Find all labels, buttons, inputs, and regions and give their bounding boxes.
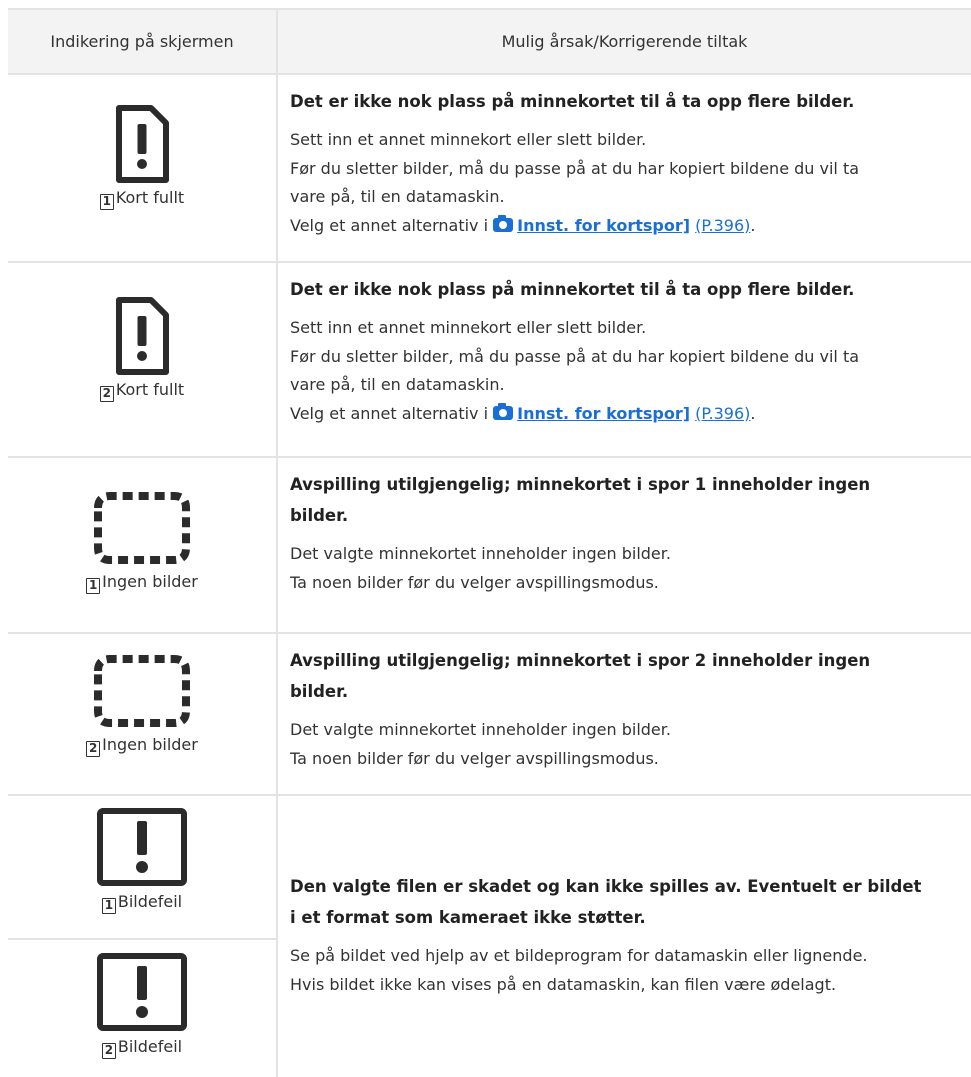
camera-icon [493, 402, 514, 420]
card-slot-settings-link[interactable]: Innst. for kortspor] [493, 402, 690, 423]
cause-title: Det er ikke nok plass på minnekortet til… [290, 280, 855, 299]
slot-number: 1 [86, 578, 101, 594]
dashed-frame-icon [94, 655, 190, 727]
indicator-label: 1 Ingen bilder [8, 572, 276, 594]
box-exclamation-icon [97, 808, 187, 886]
row-divider [8, 73, 971, 75]
header-cause-remedy: Mulig årsak/Korrigerende tiltak [501, 32, 748, 51]
row-divider [8, 794, 971, 796]
row-4-remedy: Avspilling utilgjengelig; minnekortet i … [290, 645, 968, 773]
dashed-frame-icon [94, 492, 190, 564]
card-slot-settings-link[interactable]: Innst. for kortspor] [493, 214, 690, 235]
row-4-indicator: 2 Ingen bilder [8, 651, 276, 757]
remedy-text: Det valgte minnekortet inneholder ingen … [290, 544, 671, 592]
column-divider [276, 8, 278, 1077]
row-1-remedy: Det er ikke nok plass på minnekortet til… [290, 86, 968, 240]
indicator-label: 2 Ingen bilder [8, 735, 276, 757]
row-divider [8, 261, 971, 263]
remedy-text: Det valgte minnekortet inneholder ingen … [290, 720, 671, 768]
camera-icon [493, 214, 514, 232]
slot-number: 2 [99, 386, 114, 402]
card-exclamation-icon [116, 297, 169, 375]
row-3-indicator: 1 Ingen bilder [8, 488, 276, 594]
row-5-remedy: Den valgte filen er skadet og kan ikke s… [290, 871, 968, 999]
row-3-remedy: Avspilling utilgjengelig; minnekortet i … [290, 469, 968, 597]
cause-title: Den valgte filen er skadet og kan ikke s… [290, 877, 922, 927]
cell-divider [8, 938, 276, 940]
row-1-indicator: 1 Kort fullt [8, 104, 276, 210]
page-ref-link[interactable]: (P.396) [695, 404, 750, 423]
card-exclamation-icon [116, 105, 169, 183]
cause-title: Avspilling utilgjengelig; minnekortet i … [290, 651, 871, 701]
cause-title: Avspilling utilgjengelig; minnekortet i … [290, 475, 871, 525]
box-exclamation-icon [97, 953, 187, 1031]
indicator-label: 2 Bildefeil [8, 1037, 276, 1059]
slot-number: 1 [99, 194, 114, 210]
page-ref-link[interactable]: (P.396) [695, 216, 750, 235]
table-header: Indikering på skjermen Mulig årsak/Korri… [8, 10, 971, 73]
indicator-label: 1 Bildefeil [8, 892, 276, 914]
indicator-label: 1 Kort fullt [8, 188, 276, 210]
row-divider [8, 456, 971, 458]
row-2-indicator: 2 Kort fullt [8, 296, 276, 402]
slot-number: 2 [101, 1043, 116, 1059]
row-5b-indicator: 2 Bildefeil [8, 951, 276, 1059]
slot-number: 1 [101, 898, 116, 914]
remedy-text: Sett inn et annet minnekort eller slett … [290, 318, 860, 423]
slot-number: 2 [86, 741, 101, 757]
header-display-indication: Indikering på skjermen [50, 32, 234, 51]
remedy-text: Sett inn et annet minnekort eller slett … [290, 130, 860, 235]
row-divider [8, 632, 971, 634]
row-5a-indicator: 1 Bildefeil [8, 806, 276, 914]
row-2-remedy: Det er ikke nok plass på minnekortet til… [290, 274, 968, 428]
remedy-text: Se på bildet ved hjelp av et bildeprogra… [290, 946, 868, 994]
indicator-label: 2 Kort fullt [8, 380, 276, 402]
cause-title: Det er ikke nok plass på minnekortet til… [290, 92, 855, 111]
